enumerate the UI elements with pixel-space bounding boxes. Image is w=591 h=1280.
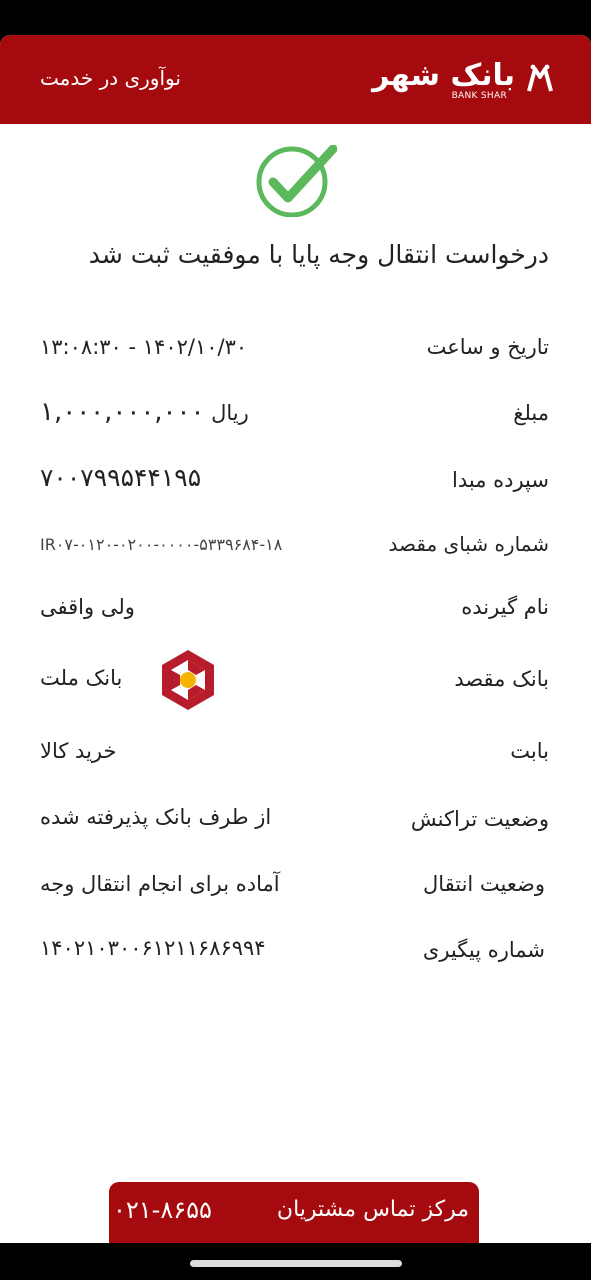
purpose-value: خرید کالا — [40, 739, 117, 763]
amount-value: ریال ۱,۰۰۰,۰۰۰,۰۰۰ — [40, 397, 249, 427]
datetime-label: تاریخ و ساعت — [426, 335, 549, 359]
datetime-value: ۱۴۰۲/۱۰/۳۰ - ۱۳:۰۸:۳۰ — [40, 335, 248, 359]
dest-sheba-value: IR۰۷-۰۱۲۰-۰۲۰۰-۰۰۰۰-۵۳۳۹۶۸۴-۱۸ — [40, 535, 283, 554]
transfer-status-label: وضعیت انتقال — [422, 872, 545, 896]
header-slogan: نوآوری در خدمت — [40, 66, 181, 90]
success-check-icon — [256, 145, 337, 217]
receipt-screen: نوآوری در خدمت بانک شهر BANK SHAR درخواس… — [0, 35, 591, 1243]
transaction-status-value: از طرف بانک پذیرفته شده — [40, 805, 272, 829]
dest-bank-label: بانک مقصد — [454, 667, 549, 691]
success-title: درخواست انتقال وجه پایا با موفقیت ثبت شد — [88, 240, 549, 269]
dest-bank-value: بانک ملت — [40, 666, 123, 690]
transfer-status-value: آماده برای انجام انتقال وجه — [40, 872, 280, 896]
logo-text-english: BANK SHAR — [451, 91, 507, 101]
amount-label: مبلغ — [513, 401, 549, 425]
bank-shahr-logo: بانک شهر BANK SHAR — [372, 58, 557, 105]
source-deposit-label: سپرده مبدا — [452, 468, 549, 492]
dest-sheba-label: شماره شبای مقصد — [388, 532, 549, 556]
transaction-status-label: وضعیت تراکنش — [410, 807, 549, 831]
bank-shahr-mark-icon — [527, 64, 553, 92]
mellat-bank-logo-icon — [162, 650, 214, 710]
logo-text-persian: بانک شهر — [372, 58, 515, 93]
customer-service-phone: ۰۲۱-۸۶۵۵ — [113, 1196, 212, 1224]
source-deposit-value: ۷۰۰۷۹۹۵۴۴۱۹۵ — [40, 463, 202, 492]
amount-number: ۱,۰۰۰,۰۰۰,۰۰۰ — [40, 397, 205, 427]
receiver-label: نام گیرنده — [461, 595, 549, 619]
customer-service-label: مرکز تماس مشتریان — [276, 1197, 469, 1222]
customer-service-button[interactable]: مرکز تماس مشتریان ۰۲۱-۸۶۵۵ — [109, 1182, 479, 1243]
tracking-value: ۱۴۰۲۱۰۳۰۰۶۱۲۱۱۶۸۶۹۹۴ — [40, 936, 266, 960]
app-header: نوآوری در خدمت بانک شهر BANK SHAR — [0, 35, 591, 124]
purpose-label: بابت — [510, 739, 549, 763]
system-nav-bar — [0, 1243, 591, 1280]
home-indicator[interactable] — [190, 1260, 402, 1267]
tracking-label: شماره پیگیری — [422, 938, 545, 962]
receiver-value: ولی واقفی — [40, 595, 135, 619]
amount-unit: ریال — [211, 401, 249, 425]
